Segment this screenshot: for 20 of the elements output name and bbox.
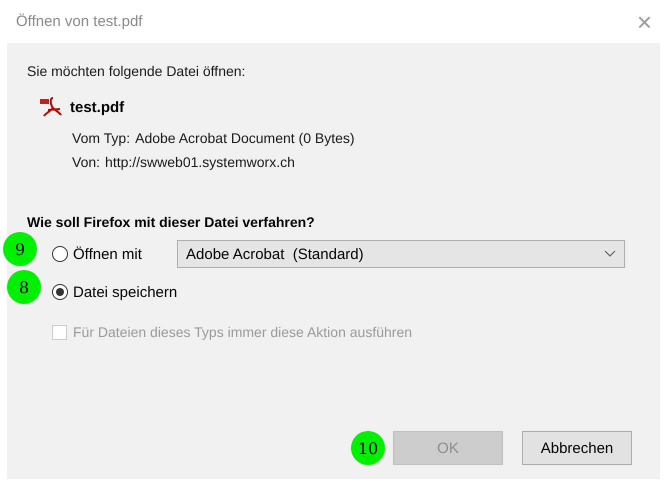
intro-text: Sie möchten folgende Datei öffnen: (27, 63, 246, 79)
application-dropdown[interactable]: Adobe Acrobat (Standard) (177, 240, 625, 268)
number-badge: 8 (7, 270, 41, 304)
question-heading: Wie soll Firefox mit dieser Datei verfahren? (27, 214, 316, 230)
source-label: Von: (72, 154, 100, 170)
type-label: Vom Typ: (72, 130, 130, 146)
source-value: http://swweb01.systemworx.ch (105, 154, 295, 170)
chevron-down-icon (604, 250, 616, 258)
file-name: test.pdf (70, 98, 124, 116)
pdf-file-icon (40, 97, 62, 117)
checkbox-label: Für Dateien dieses Typs immer diese Aktion ausführen (73, 324, 412, 340)
radio-option[interactable]: Öffnen mit (52, 246, 177, 262)
number-badge: 10 (351, 431, 385, 465)
radio-circle-icon[interactable] (52, 246, 68, 262)
radio-option[interactable]: Datei speichern (52, 284, 178, 300)
type-value: Adobe Acrobat Document (0 Bytes) (135, 130, 355, 146)
radio-circle-icon[interactable] (52, 284, 68, 300)
window-title: Öffnen von test.pdf (16, 13, 142, 30)
number-badge: 9 (3, 232, 37, 266)
dialog-button[interactable]: Abbrechen (522, 431, 632, 465)
